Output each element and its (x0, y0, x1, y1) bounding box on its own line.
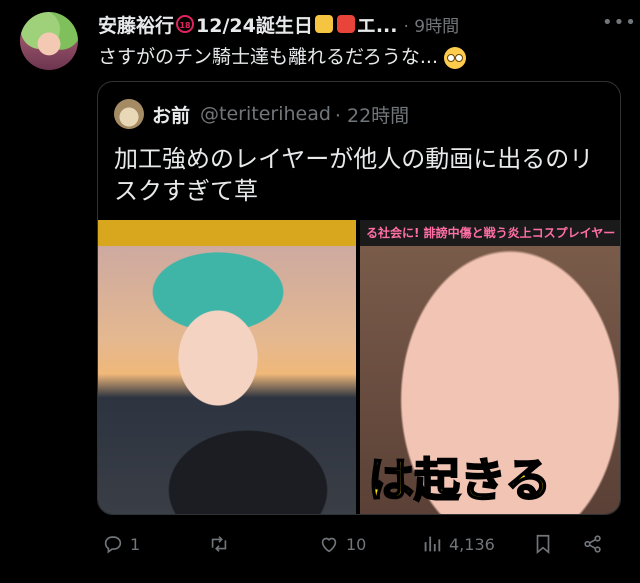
gift-emoji-icon (336, 15, 355, 33)
party-face-emoji-icon (314, 15, 333, 33)
heart-icon (321, 537, 337, 553)
eye-roll-emoji-icon (444, 46, 467, 69)
quoted-author-handle[interactable]: @teriterihead (200, 103, 331, 125)
reply-button[interactable]: 1 (102, 527, 140, 561)
quoted-author-avatar[interactable] (114, 99, 144, 129)
author-avatar[interactable] (20, 12, 78, 70)
post-text: さすがのチン騎士達も離れるだろうな... (98, 46, 438, 68)
quoted-author-name[interactable]: お前 (152, 101, 190, 128)
bookmark-button[interactable] (532, 527, 554, 561)
video-caption-top: る社会に! 誹謗中傷と戦う炎上コスプレイヤー (360, 220, 620, 246)
quoted-post-header: お前 @teriterihead · 22時間 (152, 99, 409, 129)
share-icon (584, 535, 601, 553)
post-time[interactable]: · 9時間 (404, 12, 460, 37)
bookmark-icon (536, 534, 550, 555)
post-header: 安藤裕行 18 12/24誕生日 エ... · 9時間 (98, 10, 600, 38)
quoted-post-time[interactable]: · 22時間 (335, 101, 409, 128)
like-button[interactable]: 10 (318, 527, 366, 561)
like-count: 10 (346, 534, 367, 554)
views-icon (424, 536, 441, 552)
quoted-post-text: 加工強めのレイヤーが他人の動画に出るのリスクすぎて草 (114, 145, 594, 205)
post-text-line: さすがのチン騎士達も離れるだろうな... (98, 42, 467, 69)
more-icon[interactable]: ••• (602, 12, 636, 33)
age-restriction-icon: 18 (176, 15, 195, 33)
author-name-prefix[interactable]: 安藤裕行 (98, 11, 174, 38)
retweet-icon (211, 536, 227, 552)
video-screenshot-image[interactable]: る社会に! 誹謗中傷と戦う炎上コスプレイヤー は起きる (360, 220, 620, 514)
author-name-tail[interactable]: エ... (357, 11, 398, 38)
author-name-suffix[interactable]: 12/24誕生日 (196, 11, 313, 38)
retweet-button[interactable] (208, 527, 236, 561)
reply-icon (104, 536, 122, 554)
quoted-post[interactable]: お前 @teriterihead · 22時間 加工強めのレイヤーが他人の動画に… (97, 81, 621, 515)
share-button[interactable] (582, 527, 604, 561)
views-button[interactable]: 4,136 (421, 527, 495, 561)
post-actions: 1 10 4,136 (98, 527, 618, 561)
reply-count: 1 (130, 534, 141, 554)
cosplayer-selfie-image[interactable] (98, 220, 356, 514)
video-caption-big: は起きる (367, 452, 552, 508)
views-count: 4,136 (449, 534, 495, 554)
